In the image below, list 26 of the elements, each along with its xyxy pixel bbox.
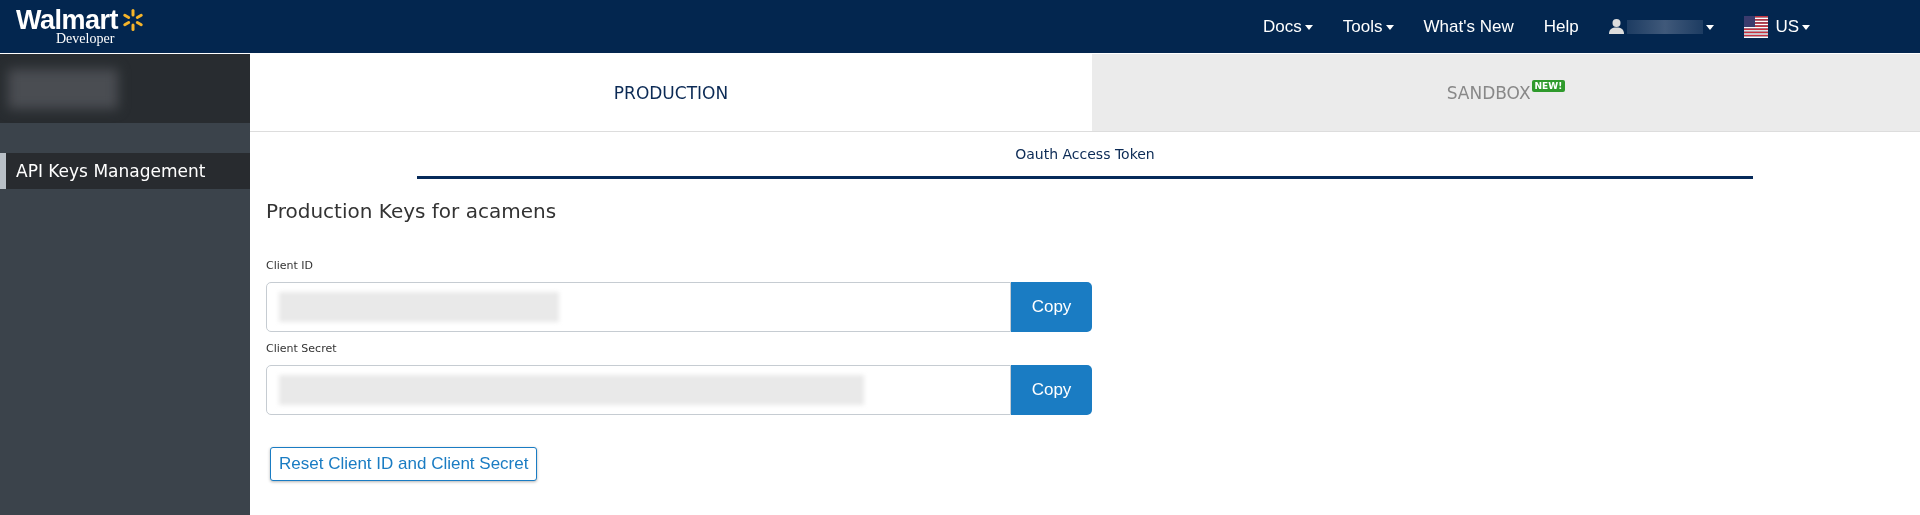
caret-icon	[1304, 25, 1313, 30]
section-heading: Production Keys for acamens	[266, 199, 558, 223]
input-field[interactable]	[266, 365, 1011, 415]
caret-icon	[1705, 25, 1714, 30]
logo-wordmark: Walmart	[16, 7, 119, 32]
nav-link[interactable]: What's New	[1423, 16, 1514, 37]
user-menu[interactable]	[1608, 19, 1714, 34]
nav-link[interactable]: Help	[1543, 16, 1579, 37]
input-field[interactable]	[266, 282, 1011, 332]
copy-button[interactable]: Copy	[1011, 365, 1092, 415]
user-icon	[1608, 19, 1624, 34]
field-label: Client Secret	[266, 342, 338, 355]
field-label: Client ID	[266, 259, 315, 272]
locale-menu[interactable]: US	[1743, 15, 1810, 38]
sidebar-item[interactable]: API Keys Management	[0, 153, 250, 189]
spark-icon	[122, 8, 145, 31]
copy-button[interactable]: Copy	[1011, 282, 1092, 332]
nav-menu-item[interactable]: Tools	[1342, 16, 1394, 37]
flag-icon	[1743, 15, 1768, 38]
caret-icon	[1802, 25, 1810, 30]
logo-subtitle: Developer	[56, 31, 116, 46]
new-badge: NEW!	[1531, 79, 1566, 92]
nav-menu-item[interactable]: Docs	[1263, 16, 1313, 37]
caret-icon	[1385, 25, 1394, 30]
reset-button[interactable]: Reset Client ID and Client Secret	[270, 447, 538, 481]
tab[interactable]: SANDBOX NEW!	[1092, 54, 1920, 131]
